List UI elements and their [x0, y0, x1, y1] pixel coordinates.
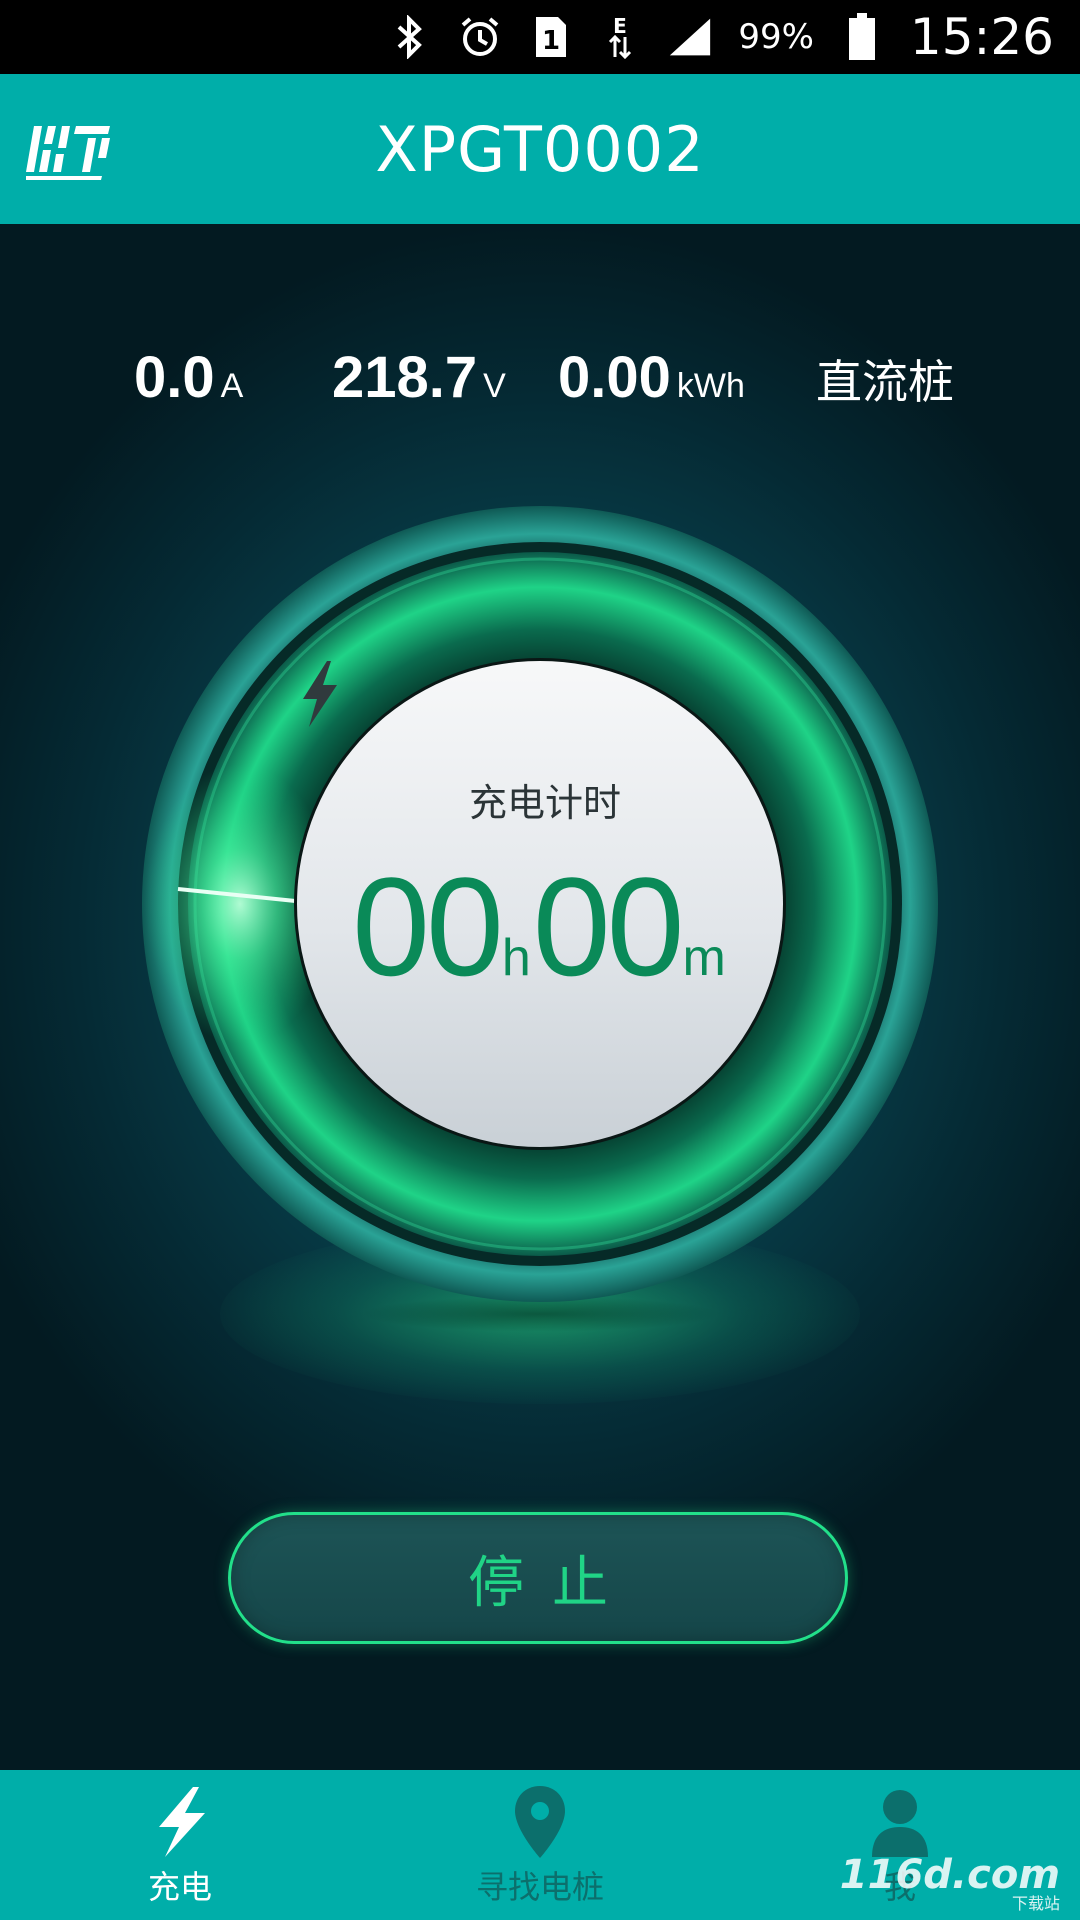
signal-icon — [668, 15, 712, 59]
nav-label-charge: 充电 — [147, 1868, 212, 1906]
nav-item-find-pile[interactable]: 寻找电桩 — [420, 1770, 660, 1920]
charging-dial: 充电计时 00 h 00 m — [140, 504, 940, 1304]
nav-label-find-pile: 寻找电桩 — [475, 1868, 604, 1906]
status-clock: 15:26 — [909, 8, 1054, 66]
timer-hours-unit: h — [501, 928, 531, 987]
svg-text:1: 1 — [542, 26, 560, 56]
app-logo-icon[interactable] — [26, 114, 110, 184]
battery-icon — [840, 13, 884, 60]
app-header: XPGT0002 — [0, 74, 1080, 224]
timer-display: 00 h 00 m — [352, 847, 728, 1005]
current-value: 0.0 — [134, 345, 215, 410]
svg-text:E: E — [613, 15, 627, 38]
timer-label-row: 充电计时 — [303, 661, 621, 827]
energy-readout: 0.00 kWh — [558, 344, 745, 411]
data-e-icon: E — [598, 15, 642, 59]
sim-1-icon: 1 — [528, 15, 572, 59]
voltage-readout: 218.7 V — [332, 344, 506, 411]
energy-unit: kWh — [676, 367, 745, 405]
stop-button-label: 停止 — [468, 1550, 636, 1616]
nav-item-charge[interactable]: 充电 — [60, 1770, 300, 1920]
battery-percent: 99% — [738, 17, 814, 57]
timer-minutes-unit: m — [682, 928, 726, 987]
voltage-value: 218.7 — [332, 345, 478, 410]
energy-value: 0.00 — [558, 345, 671, 410]
person-icon — [860, 1784, 940, 1860]
watermark: 116d.com 下载站 — [840, 1852, 1060, 1914]
dial-face: 充电计时 00 h 00 m — [297, 661, 783, 1147]
pile-type-label: 直流桩 — [816, 355, 954, 409]
lightning-icon — [140, 1784, 220, 1860]
alarm-icon — [458, 15, 502, 59]
map-pin-icon — [500, 1784, 580, 1860]
bluetooth-icon — [388, 15, 432, 59]
current-readout: 0.0 A — [134, 344, 243, 411]
page-title: XPGT0002 — [375, 112, 705, 186]
timer-hours: 00 — [352, 847, 504, 1005]
timer-minutes: 00 — [532, 847, 685, 1005]
stop-button[interactable]: 停止 — [228, 1512, 848, 1644]
voltage-unit: V — [483, 367, 506, 405]
charging-panel: 0.0 A 218.7 V 0.00 kWh 直流桩 充电计时 00 h 00 … — [0, 224, 1080, 1770]
timer-label: 充电计时 — [468, 780, 621, 825]
current-unit: A — [220, 367, 244, 405]
status-bar: 1 E 99% 15:26 — [0, 0, 1080, 74]
